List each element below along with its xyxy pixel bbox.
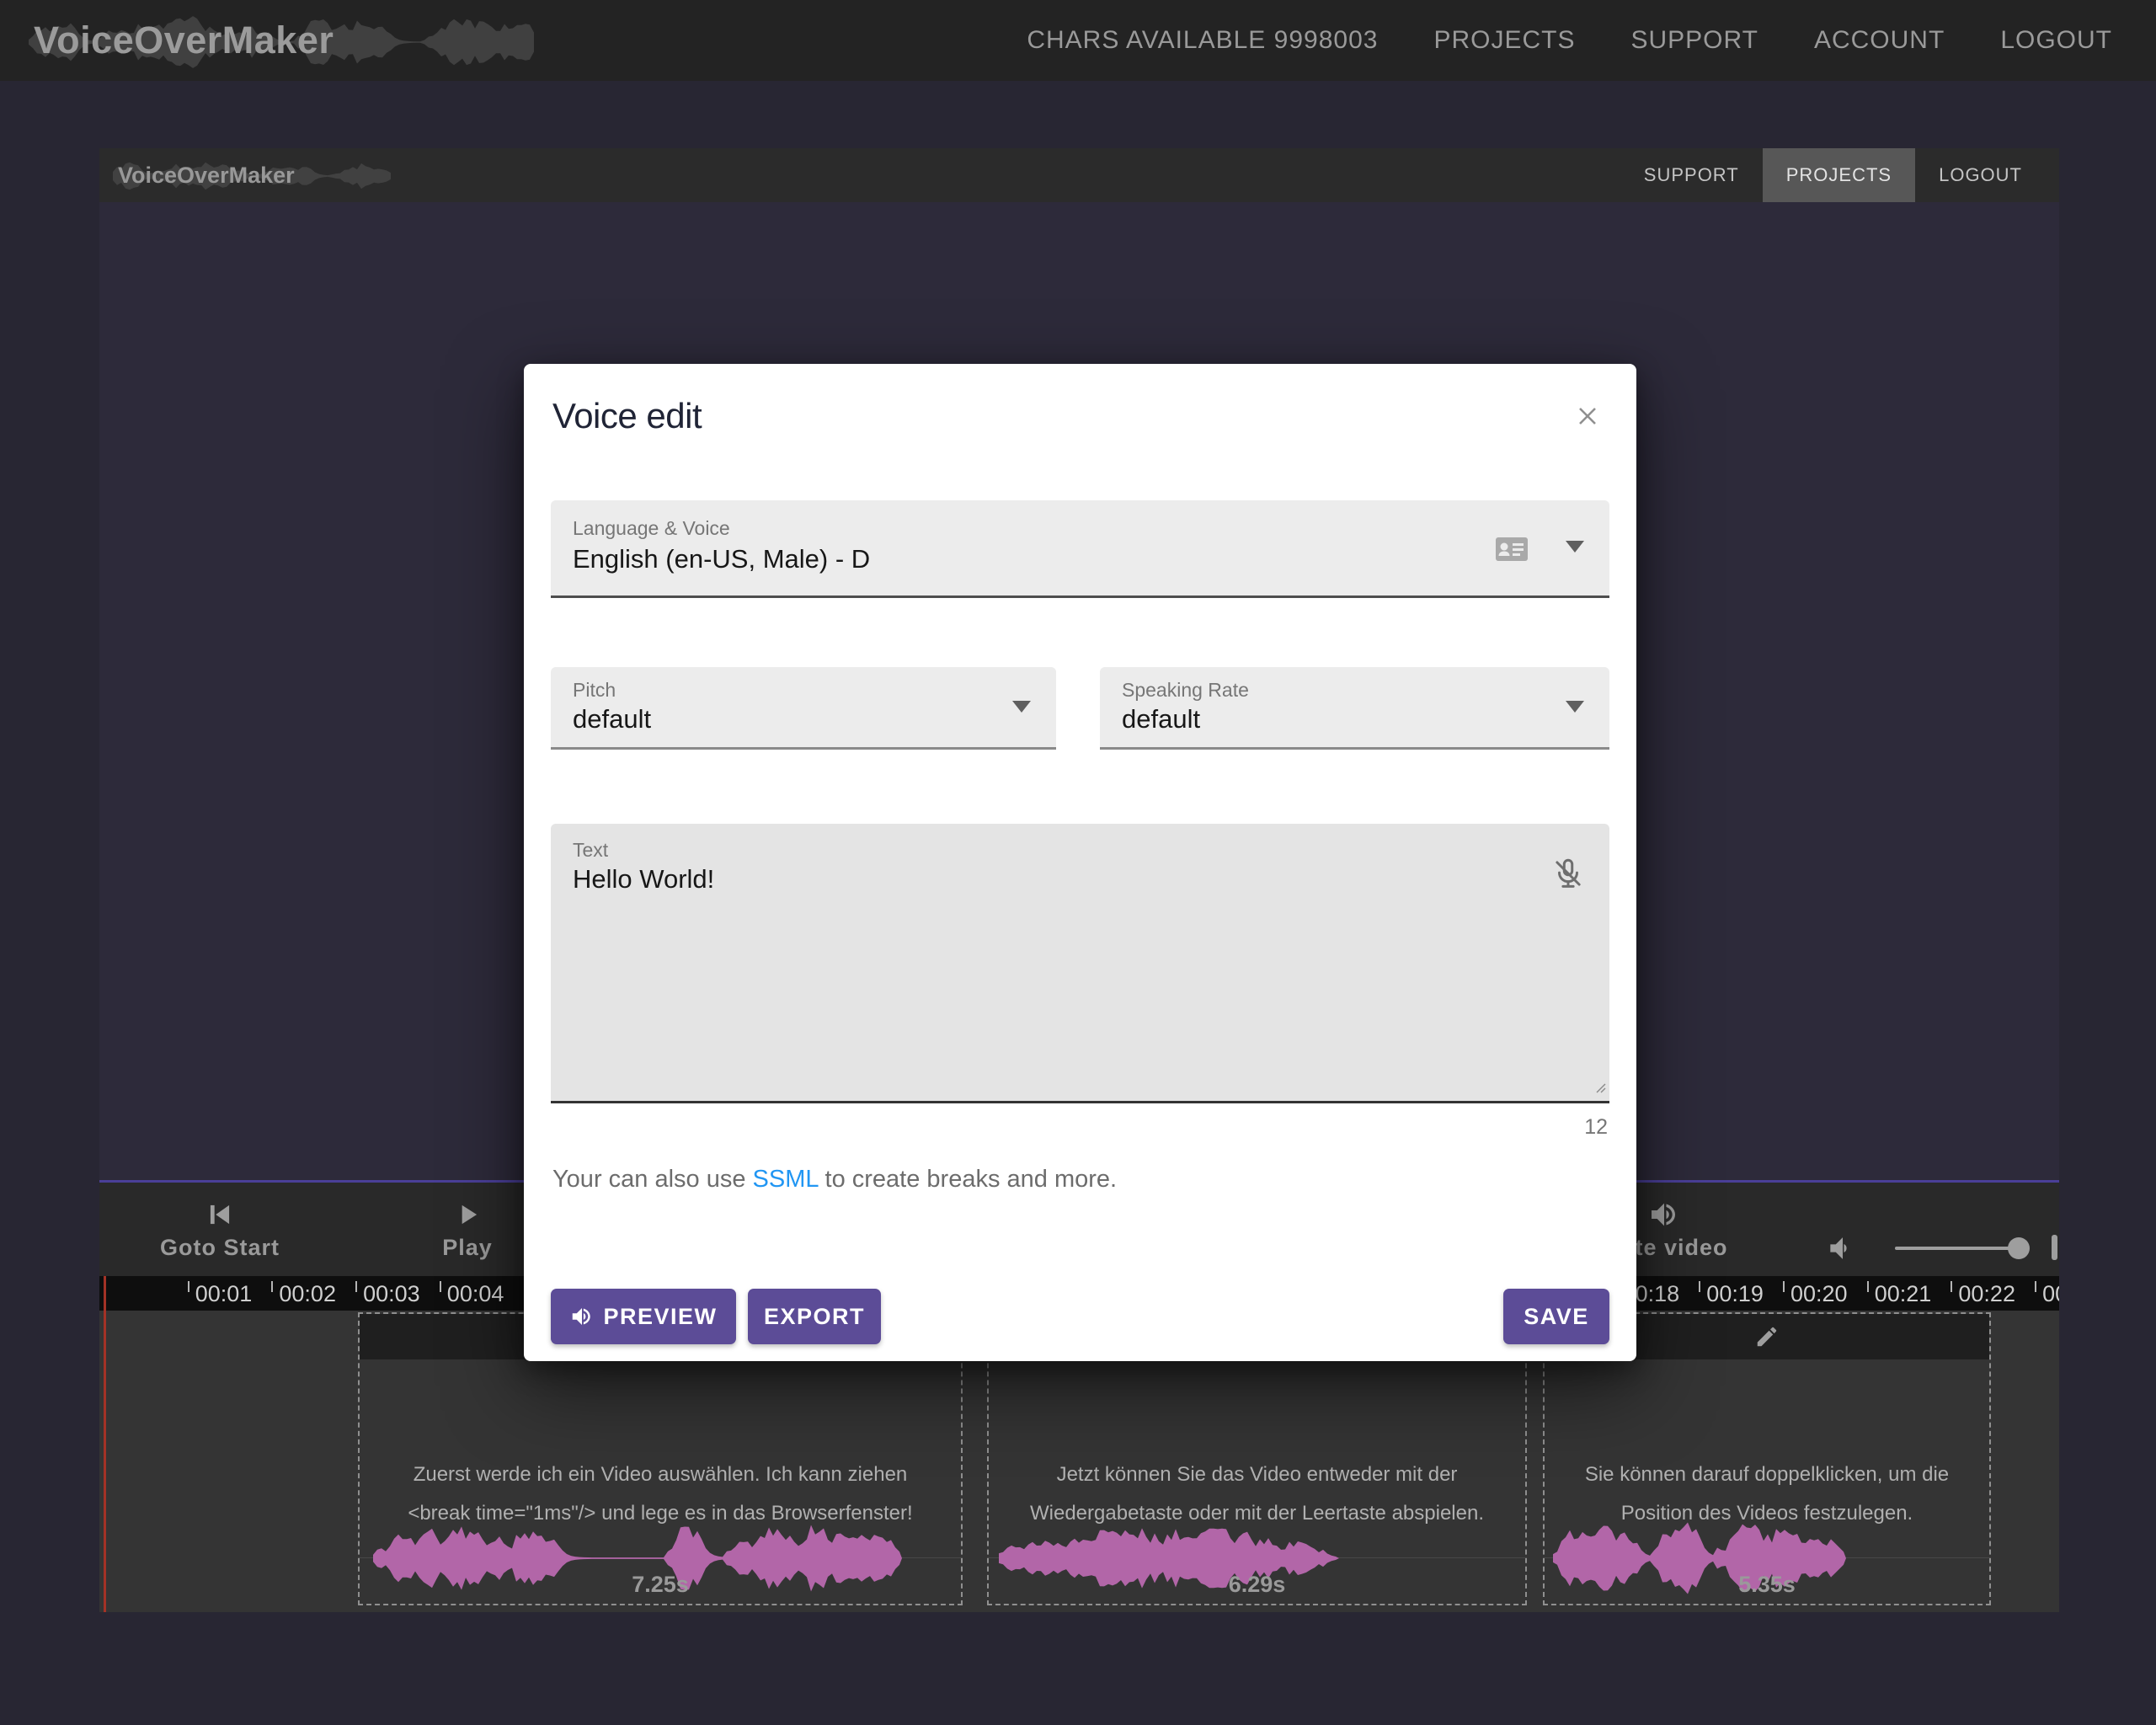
speaking-rate-label: Speaking Rate (1122, 679, 1249, 702)
skip-to-start-icon (136, 1196, 304, 1233)
save-label: SAVE (1524, 1304, 1589, 1330)
ruler-tick (1783, 1281, 1785, 1292)
char-count: 12 (1584, 1115, 1608, 1140)
ruler-tick-label: 00:20 (1790, 1281, 1848, 1307)
ruler-tick (1867, 1281, 1869, 1292)
app-logo[interactable]: VoiceOverMaker (34, 0, 334, 81)
goto-start-button[interactable]: Goto Start (136, 1196, 304, 1261)
save-button[interactable]: SAVE (1503, 1289, 1609, 1344)
voice-card-icon[interactable] (1495, 536, 1529, 567)
ruler-tick-label: 00:21 (1875, 1281, 1932, 1307)
export-button[interactable]: EXPORT (748, 1289, 881, 1344)
ruler-tick (2035, 1281, 2036, 1292)
top-nav-item-account[interactable]: ACCOUNT (1814, 26, 1945, 55)
speaker-icon (569, 1304, 595, 1329)
text-label: Text (573, 839, 608, 862)
pitch-value: default (573, 704, 651, 734)
hint-post: to create breaks and more. (818, 1166, 1117, 1193)
chevron-down-icon (1566, 701, 1584, 713)
volume-slider-thumb[interactable] (2008, 1237, 2030, 1259)
clip-duration: 5.35s (1545, 1572, 1989, 1598)
chevron-down-icon (1012, 701, 1031, 713)
ruler-tick (271, 1281, 273, 1292)
window-nav-projects[interactable]: PROJECTS (1763, 148, 1915, 202)
window-nav-logout[interactable]: LOGOUT (1915, 148, 2046, 202)
pitch-select[interactable]: Pitch default (551, 667, 1056, 750)
ssml-link[interactable]: SSML (753, 1166, 819, 1193)
speaking-rate-select[interactable]: Speaking Rate default (1100, 667, 1609, 750)
app-logo-text: VoiceOverMaker (34, 19, 334, 62)
edit-pencil-icon[interactable] (1754, 1324, 1780, 1349)
text-input-area[interactable]: Text Hello World! (551, 824, 1609, 1103)
ruler-tick-label: 00:04 (447, 1281, 504, 1307)
volume-icon (1824, 1230, 1861, 1271)
language-voice-label: Language & Voice (573, 517, 730, 540)
ruler-tick-label: 00:23 (2042, 1281, 2059, 1307)
clip-duration: 6.29s (989, 1572, 1525, 1598)
close-icon[interactable] (1572, 401, 1603, 431)
preview-button[interactable]: PREVIEW (551, 1289, 736, 1344)
preview-label: PREVIEW (603, 1304, 717, 1330)
goto-start-label: Goto Start (136, 1235, 304, 1261)
window-nav: SUPPORTPROJECTSLOGOUT (1620, 148, 2046, 202)
chevron-down-icon (1566, 541, 1584, 553)
resize-handle[interactable] (1594, 1081, 1606, 1097)
slider-end-nub (2052, 1235, 2057, 1260)
export-label: EXPORT (764, 1304, 865, 1330)
ruler-tick-label: 00:19 (1706, 1281, 1764, 1307)
mic-off-icon[interactable] (1550, 856, 1586, 895)
ruler-tick (1699, 1281, 1700, 1292)
window-logo[interactable]: VoiceOverMaker (118, 148, 295, 202)
ruler-tick (1951, 1281, 1952, 1292)
top-nav-item-projects[interactable]: PROJECTS (1433, 26, 1575, 55)
window-logo-text: VoiceOverMaker (118, 163, 295, 189)
voice-edit-dialog: Voice edit Language & Voice English (en-… (524, 364, 1636, 1361)
ruler-tick-label: 00:22 (1958, 1281, 2015, 1307)
ruler-tick (188, 1281, 189, 1292)
ruler-tick-label: 00:03 (363, 1281, 420, 1307)
ruler-tick (440, 1281, 441, 1292)
ruler-tick (355, 1281, 357, 1292)
pitch-label: Pitch (573, 679, 616, 702)
ruler-tick-label: 00:02 (279, 1281, 336, 1307)
language-voice-select[interactable]: Language & Voice English (en-US, Male) -… (551, 500, 1609, 598)
playhead-marker[interactable] (104, 1276, 106, 1612)
chars-available-status: CHARS AVAILABLE 9998003 (1027, 26, 1378, 55)
hint-pre: Your can also use (552, 1166, 753, 1193)
top-nav-item-logout[interactable]: LOGOUT (2000, 26, 2112, 55)
speaking-rate-value: default (1122, 704, 1200, 734)
ruler-tick-label: 00:01 (195, 1281, 253, 1307)
top-nav: VoiceOverMaker CHARS AVAILABLE 9998003 P… (0, 0, 2156, 81)
clip-duration: 7.25s (360, 1572, 961, 1598)
text-value: Hello World! (573, 864, 714, 895)
language-voice-value: English (en-US, Male) - D (573, 544, 870, 574)
window-nav-support[interactable]: SUPPORT (1620, 148, 1763, 202)
dialog-title: Voice edit (552, 396, 702, 436)
top-nav-items: CHARS AVAILABLE 9998003 PROJECTS SUPPORT A… (1027, 26, 2156, 55)
ssml-hint: Your can also use SSML to create breaks … (552, 1166, 1117, 1194)
top-nav-item-support[interactable]: SUPPORT (1630, 26, 1758, 55)
volume-slider-track[interactable] (1895, 1247, 2025, 1250)
window-header: VoiceOverMaker SUPPORTPROJECTSLOGOUT (99, 148, 2059, 202)
